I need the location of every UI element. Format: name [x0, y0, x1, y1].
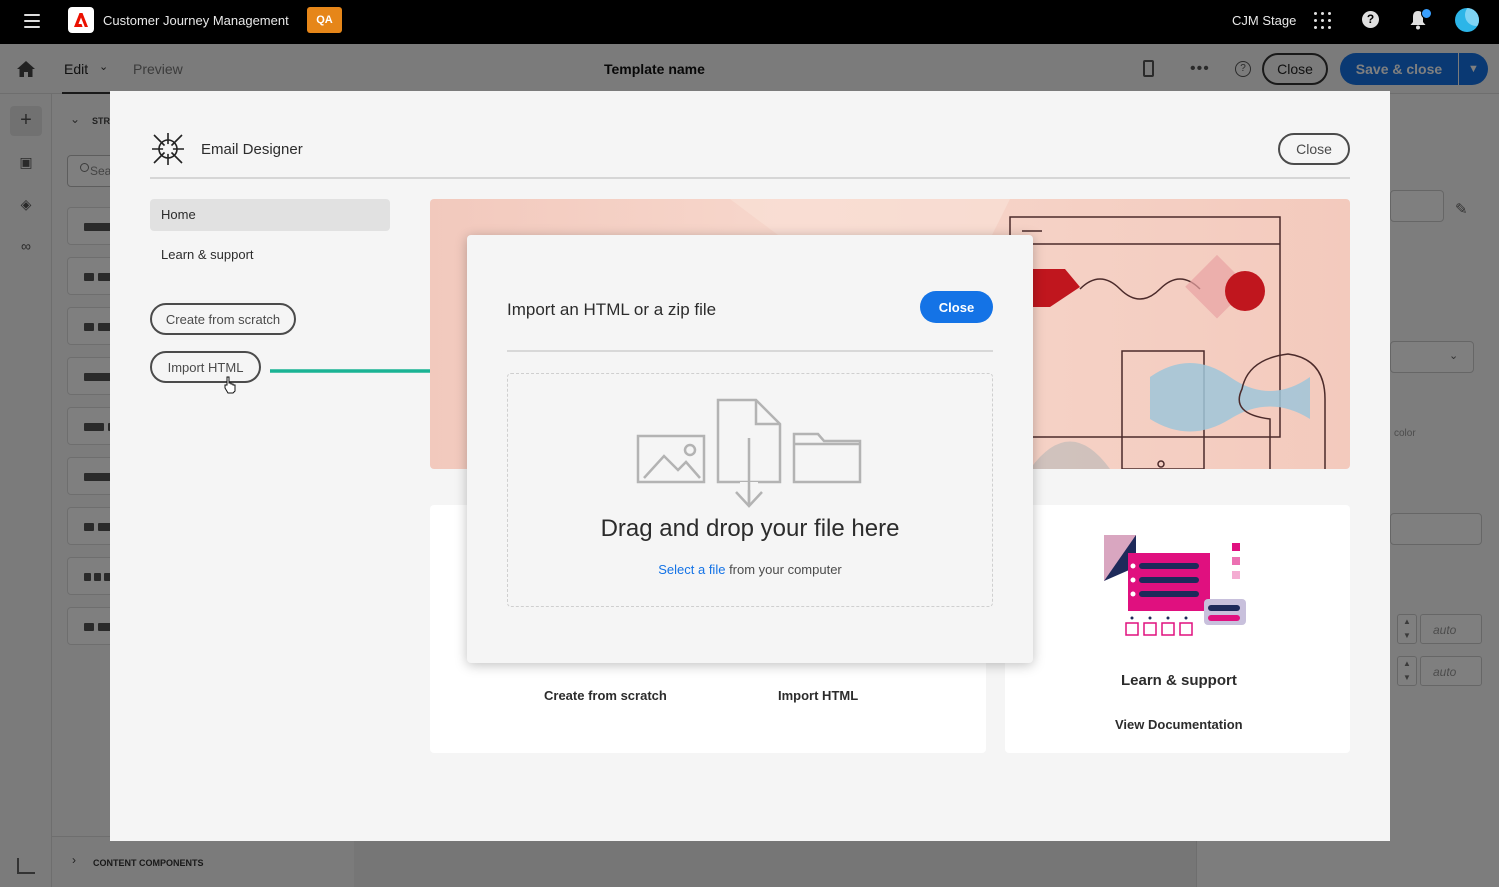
avatar[interactable]	[1455, 8, 1479, 32]
nav-item-home[interactable]: Home	[150, 199, 390, 231]
import-dialog-title: Import an HTML or a zip file	[507, 300, 717, 319]
import-html-button[interactable]: Import HTML	[150, 351, 261, 383]
adobe-logo[interactable]	[68, 7, 94, 33]
menu-icon[interactable]	[24, 14, 40, 28]
dropzone-subtext: Select a file from your computer	[507, 562, 993, 577]
env-badge: QA	[307, 7, 342, 33]
app-header: Customer Journey Management QA CJM Stage…	[0, 0, 1499, 44]
nav-item-learn-support[interactable]: Learn & support	[150, 239, 390, 271]
learn-support-title: Learn & support	[1121, 672, 1237, 689]
select-file-suffix: from your computer	[729, 562, 842, 577]
help-icon[interactable]: ?	[1362, 11, 1379, 28]
select-file-link[interactable]: Select a file	[658, 562, 725, 577]
learn-support-illustration	[1104, 535, 1246, 636]
designer-close-button[interactable]: Close	[1278, 133, 1350, 165]
designer-title: Email Designer	[201, 141, 303, 158]
card-create-from-scratch-link[interactable]: Create from scratch	[544, 688, 667, 703]
apps-grid-icon[interactable]	[1314, 12, 1331, 29]
app-title[interactable]: Customer Journey Management	[103, 13, 289, 28]
import-close-button[interactable]: Close	[920, 291, 993, 323]
image-icon	[636, 434, 706, 484]
notification-dot	[1421, 8, 1432, 19]
folder-icon	[792, 432, 862, 484]
view-documentation-link[interactable]: View Documentation	[1115, 717, 1243, 732]
email-designer-logo	[152, 133, 184, 165]
divider	[507, 350, 993, 352]
divider	[150, 177, 1350, 179]
dropzone-title: Drag and drop your file here	[600, 515, 900, 542]
drop-illustration	[636, 398, 862, 508]
create-from-scratch-button[interactable]: Create from scratch	[150, 303, 296, 335]
env-label[interactable]: CJM Stage	[1232, 13, 1296, 28]
card-import-html-link[interactable]: Import HTML	[778, 688, 858, 703]
cursor-icon	[224, 376, 236, 394]
